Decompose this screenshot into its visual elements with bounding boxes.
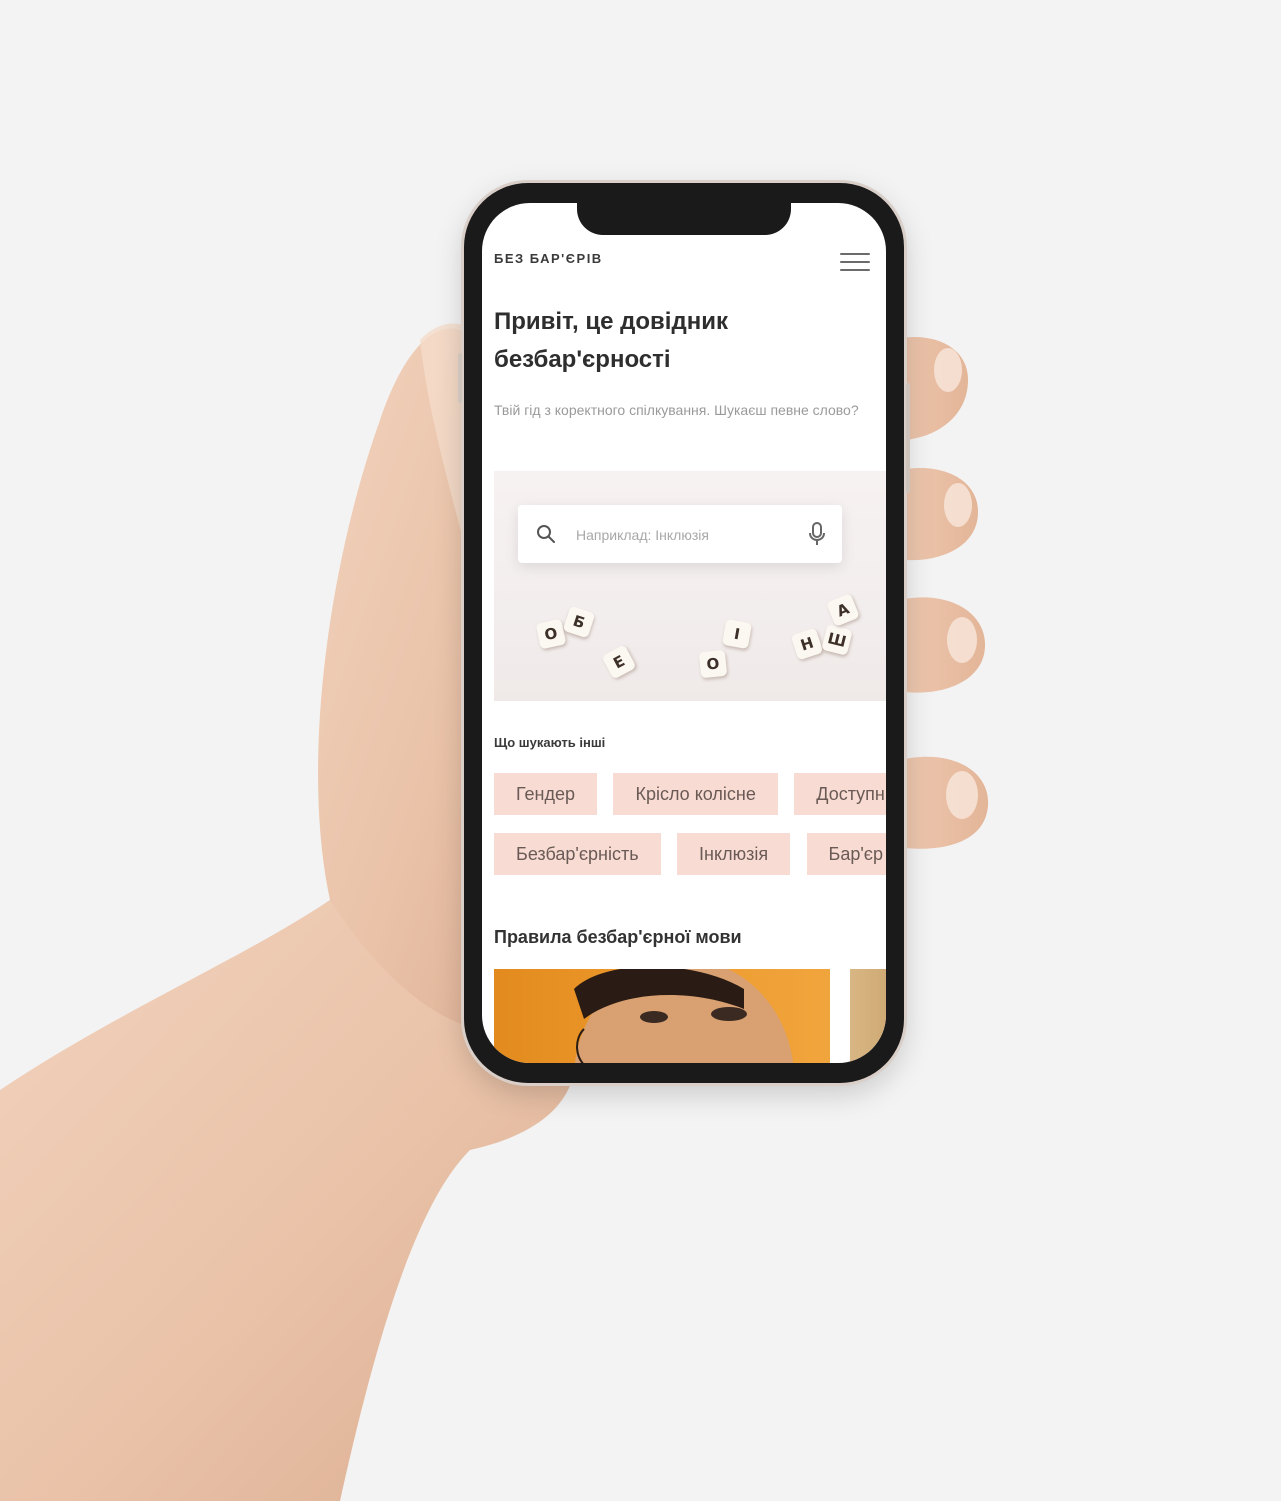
chip-barrier-free[interactable]: Безбар'єрність <box>494 833 661 875</box>
phone-notch <box>577 203 791 235</box>
letter-tile: Н <box>790 627 824 661</box>
search-icon <box>537 525 555 543</box>
hero-title: Привіт, це довідник безбар'єрності <box>494 308 728 373</box>
hero-subtitle: Твій гід з коректного спілкування. Шукає… <box>494 402 859 418</box>
letter-tile: Е <box>601 644 637 680</box>
letter-tile: І <box>721 618 753 650</box>
chip-gender[interactable]: Гендер <box>494 773 598 815</box>
letter-tile: О <box>698 649 728 679</box>
search-input[interactable] <box>574 521 798 549</box>
photo-scene: БЕЗ БАР'ЄРІВ Привіт, це довідник безбар'… <box>0 0 1281 1501</box>
chip-wheelchair[interactable]: Крісло колісне <box>613 773 778 815</box>
rules-card-image-next[interactable] <box>850 969 886 1063</box>
power-button <box>906 383 910 493</box>
site-logo[interactable]: БЕЗ БАР'ЄРІВ <box>494 251 603 266</box>
portrait-image <box>574 969 793 1063</box>
hamburger-menu-icon[interactable] <box>840 247 870 273</box>
search-bar[interactable] <box>518 505 842 563</box>
rules-section-title: Правила безбар'єрної мови <box>494 927 742 947</box>
top-bar: БЕЗ БАР'ЄРІВ <box>494 247 874 277</box>
letter-tile: Б <box>562 605 596 639</box>
chip-inclusion[interactable]: Інклюзія <box>677 833 791 875</box>
smartphone: БЕЗ БАР'ЄРІВ Привіт, це довідник безбар'… <box>458 183 910 1083</box>
phone-screen: БЕЗ БАР'ЄРІВ Привіт, це довідник безбар'… <box>482 203 886 1063</box>
chip-accessibility[interactable]: Доступність <box>794 773 886 815</box>
chip-barrier[interactable]: Бар'єр <box>806 833 886 875</box>
letter-tile: А <box>826 593 860 627</box>
rules-card-image[interactable] <box>494 969 830 1063</box>
microphone-icon[interactable] <box>808 522 826 546</box>
popular-chips-row-2: Безбар'єрність Інклюзія Бар'єр <box>494 833 886 877</box>
popular-chips-row-1: Гендер Крісло колісне Доступність <box>494 773 886 817</box>
popular-searches-label: Що шукають інші <box>494 735 606 750</box>
volume-up-button <box>458 353 462 403</box>
letter-tile: О <box>535 618 567 650</box>
letter-tile: Ш <box>821 624 853 656</box>
